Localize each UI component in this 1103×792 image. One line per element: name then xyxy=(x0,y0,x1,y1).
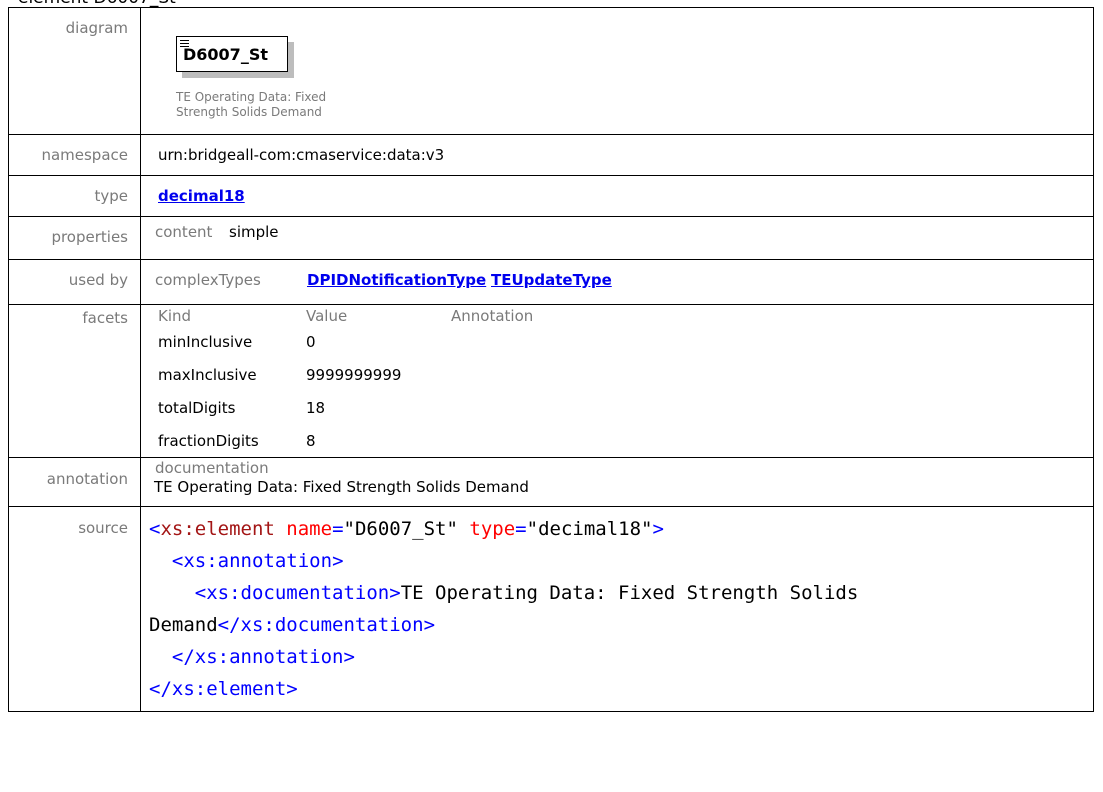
diagram-label-cell: diagram xyxy=(8,7,141,135)
facets-label: facets xyxy=(82,309,128,327)
namespace-label: namespace xyxy=(41,146,128,164)
facet-kind: minInclusive xyxy=(158,332,253,351)
facet-row: fractionDigits 8 xyxy=(154,424,605,457)
properties-key: content xyxy=(155,223,213,241)
facet-kind: totalDigits xyxy=(158,398,236,417)
facets-value-cell: Kind Value Annotation minInclusive 0 max… xyxy=(140,304,1094,458)
used-by-label: used by xyxy=(68,271,128,289)
properties-row: properties content simple xyxy=(8,216,1094,260)
type-label-cell: type xyxy=(8,175,141,217)
source-code: <xs:element name="D6007_St" type="decima… xyxy=(149,518,859,700)
namespace-row: namespace urn:bridgeall-com:cmaservice:d… xyxy=(8,134,1094,176)
type-label: type xyxy=(94,187,128,205)
facets-header: Annotation xyxy=(451,307,534,325)
facets-label-cell: facets xyxy=(8,304,141,458)
properties-value-cell: content simple xyxy=(140,216,1094,260)
source-element-type: decimal18 xyxy=(538,518,642,540)
facet-annotation xyxy=(447,424,605,457)
used-by-link[interactable]: DPIDNotificationType xyxy=(307,271,486,289)
diagram-row: diagram D6007_St TE Operating Data: Fixe… xyxy=(8,7,1094,135)
diagram-documentation: TE Operating Data: Fixed Strength Solids… xyxy=(176,90,326,120)
facet-kind: maxInclusive xyxy=(158,365,257,384)
facet-value: 8 xyxy=(306,431,316,450)
facet-annotation xyxy=(447,391,605,424)
diagram-doc-line: Strength Solids Demand xyxy=(176,105,322,119)
diagram-doc-line: TE Operating Data: Fixed xyxy=(176,90,327,104)
source-element-name: D6007_St xyxy=(354,518,447,540)
element-doc-table: diagram D6007_St TE Operating Data: Fixe… xyxy=(8,7,1094,712)
source-label: source xyxy=(78,519,128,537)
diagram-label: diagram xyxy=(65,19,128,37)
source-row: source <xs:element name="D6007_St" type=… xyxy=(8,506,1094,712)
used-by-key: complexTypes xyxy=(155,271,261,289)
namespace-value: urn:bridgeall-com:cmaservice:data:v3 xyxy=(158,146,445,164)
source-doc-text: TE Operating Data: Fixed Strength Solids xyxy=(400,582,859,604)
annotation-key: documentation xyxy=(155,459,269,477)
properties-label-cell: properties xyxy=(8,216,141,260)
facets-row: facets Kind Value Annotation minInclusiv… xyxy=(8,304,1094,458)
facet-value: 0 xyxy=(306,332,316,351)
type-row: type decimal18 xyxy=(8,175,1094,217)
diagram-area: D6007_St TE Operating Data: Fixed Streng… xyxy=(158,8,1093,134)
facet-annotation xyxy=(447,325,605,358)
diagram-element-box[interactable]: D6007_St xyxy=(176,36,288,72)
source-doc-text: Demand xyxy=(149,614,218,636)
type-value-cell: decimal18 xyxy=(140,175,1094,217)
facet-kind: fractionDigits xyxy=(158,431,259,450)
used-by-label-cell: used by xyxy=(8,259,141,305)
annotation-text: TE Operating Data: Fixed Strength Solids… xyxy=(154,478,529,496)
diagram-cell: D6007_St TE Operating Data: Fixed Streng… xyxy=(140,7,1094,135)
facets-header-row: Kind Value Annotation xyxy=(154,307,605,325)
used-by-link[interactable]: TEUpdateType xyxy=(491,271,612,289)
annotation-label-cell: annotation xyxy=(8,457,141,507)
properties-label: properties xyxy=(51,228,128,246)
facet-value: 9999999999 xyxy=(306,365,402,384)
properties-value: simple xyxy=(229,223,279,241)
facets-table: Kind Value Annotation minInclusive 0 max… xyxy=(154,307,605,457)
facet-annotation xyxy=(447,358,605,391)
facet-row: maxInclusive 9999999999 xyxy=(154,358,605,391)
namespace-label-cell: namespace xyxy=(8,134,141,176)
namespace-value-cell: urn:bridgeall-com:cmaservice:data:v3 xyxy=(140,134,1094,176)
source-label-cell: source xyxy=(8,506,141,712)
annotation-value-cell: documentation TE Operating Data: Fixed S… xyxy=(140,457,1094,507)
facets-header: Value xyxy=(306,307,348,325)
annotation-label: annotation xyxy=(46,470,128,488)
annotation-row: annotation documentation TE Operating Da… xyxy=(8,457,1094,507)
type-link[interactable]: decimal18 xyxy=(158,187,245,205)
diagram-element-name: D6007_St xyxy=(183,45,268,64)
used-by-value-cell: complexTypes DPIDNotificationType TEUpdat… xyxy=(140,259,1094,305)
facets-header: Kind xyxy=(158,307,192,325)
used-by-row: used by complexTypes DPIDNotificationType… xyxy=(8,259,1094,305)
source-code-cell: <xs:element name="D6007_St" type="decima… xyxy=(140,506,1094,712)
facet-row: totalDigits 18 xyxy=(154,391,605,424)
facet-value: 18 xyxy=(306,398,326,417)
facet-row: minInclusive 0 xyxy=(154,325,605,358)
